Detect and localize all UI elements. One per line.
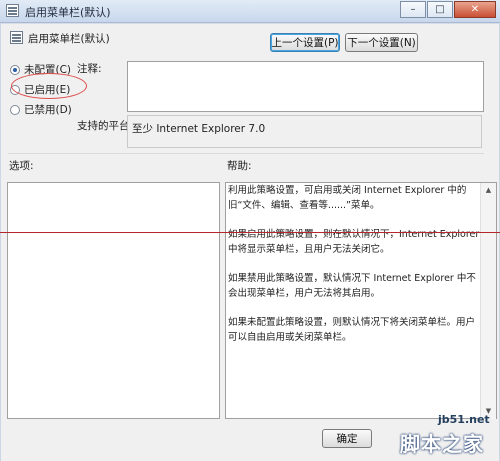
radio-disabled-dot[interactable] — [10, 104, 20, 115]
guide-line — [0, 232, 500, 233]
watermark-brand: 脚本之家 — [400, 432, 484, 456]
ok-button[interactable]: 确定 — [322, 429, 372, 448]
previous-setting-button[interactable]: 上一个设置(P) — [270, 33, 340, 52]
maximize-icon: □ — [435, 4, 445, 15]
comment-label: 注释: — [77, 63, 102, 75]
close-icon: ✕ — [470, 4, 480, 15]
platform-value: 至少 Internet Explorer 7.0 — [127, 115, 482, 148]
scroll-up-icon[interactable]: ▲ — [481, 183, 496, 198]
divider — [8, 153, 484, 154]
comment-textarea[interactable] — [127, 61, 484, 112]
platform-label: 支持的平台: — [77, 120, 134, 132]
highlight-circle — [11, 73, 87, 99]
options-pane[interactable] — [7, 182, 220, 419]
minimize-button[interactable]: – — [400, 1, 426, 18]
setting-icon — [10, 31, 23, 44]
policy-icon — [6, 4, 19, 17]
help-paragraph: 如果未配置此策略设置，则默认情况下将关闭菜单栏。用户可以自由启用或关闭菜单栏。 — [228, 317, 476, 343]
radio-disabled-label: 已禁用(D) — [24, 104, 72, 116]
radio-disabled[interactable]: 已禁用(D) — [10, 103, 72, 116]
help-scrollbar[interactable]: ▲ ▼ — [480, 183, 496, 419]
help-paragraph: 利用此策略设置，可启用或关闭 Internet Explorer 中的旧“文件、… — [228, 185, 467, 211]
options-label: 选项: — [9, 160, 34, 172]
window-controls: – □ ✕ — [399, 1, 496, 18]
title-bar: 启用菜单栏(默认) – □ ✕ — [0, 0, 500, 23]
window-title: 启用菜单栏(默认) — [25, 6, 111, 19]
close-button[interactable]: ✕ — [454, 1, 496, 18]
minimize-icon: – — [410, 4, 416, 15]
help-paragraph: 如果禁用此策略设置，默认情况下 Internet Explorer 中不会出现菜… — [228, 273, 476, 299]
maximize-button[interactable]: □ — [427, 1, 453, 18]
next-setting-button[interactable]: 下一个设置(N) — [345, 33, 418, 52]
radio-not-configured-dot[interactable] — [10, 64, 20, 75]
setting-title: 启用菜单栏(默认) — [28, 33, 110, 45]
watermark-site: jb51.net — [438, 413, 490, 426]
help-label: 帮助: — [227, 160, 252, 172]
help-text: 利用此策略设置，可启用或关闭 Internet Explorer 中的旧“文件、… — [228, 183, 480, 359]
